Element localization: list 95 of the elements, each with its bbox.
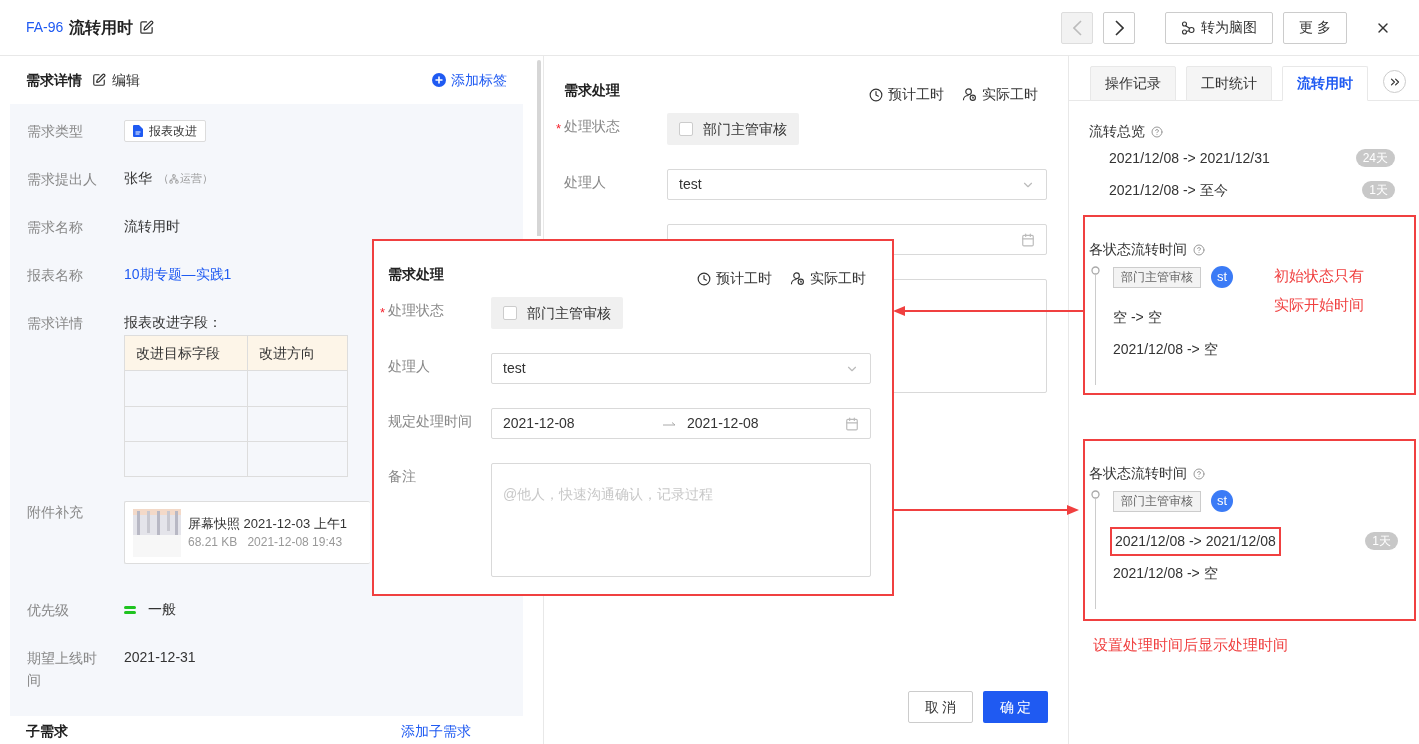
field-label: 处理状态 <box>388 301 444 320</box>
date-range: 2021/12/08 -> 空 <box>1112 563 1219 583</box>
section-title: 子需求 <box>26 722 68 741</box>
date-range-picker[interactable]: 2021-12-08 2021-12-08 <box>491 408 871 439</box>
date-range: 2021/12/08 -> 2021/12/31 <box>1109 148 1270 168</box>
calendar-icon <box>845 416 859 431</box>
calendar-icon <box>1021 232 1035 247</box>
checkbox[interactable] <box>679 122 693 136</box>
chevron-left-icon <box>1072 19 1082 36</box>
status-tag: 部门主管审核 <box>1113 266 1201 288</box>
section-title: 需求处理 <box>564 81 620 100</box>
confirm-button[interactable]: 确 定 <box>983 691 1048 723</box>
actual-hours-button[interactable]: 实际工时 <box>790 268 866 289</box>
field-label: 报表名称 <box>27 266 84 285</box>
required-mark: * <box>380 305 386 320</box>
arrow-right-icon <box>663 419 677 428</box>
edit-icon <box>92 73 106 87</box>
plus-circle-icon <box>432 73 446 87</box>
org-chart-icon <box>169 173 179 184</box>
status-option[interactable]: 部门主管审核 <box>667 113 799 145</box>
tab[interactable]: 操作记录 <box>1090 66 1176 101</box>
field-label: 需求类型 <box>27 122 84 141</box>
field-label: 优先级 <box>27 601 70 620</box>
section-title: 各状态流转时间 <box>1089 240 1187 259</box>
help-icon[interactable] <box>1151 125 1163 138</box>
scrollbar[interactable] <box>537 60 541 236</box>
field-label: 需求名称 <box>27 218 84 237</box>
annotation-text: 实际开始时间 <box>1274 294 1365 315</box>
date-range: 2021/12/08 -> 空 <box>1112 339 1219 359</box>
field-label: 需求提出人 <box>27 170 98 189</box>
overview-title: 流转总览 <box>1089 122 1145 141</box>
issue-id: FA-96 <box>26 18 64 37</box>
edit-icon[interactable] <box>139 20 155 35</box>
user-clock-icon <box>790 271 805 286</box>
add-subtask-link[interactable]: 添加子需求 <box>401 721 471 742</box>
more-button[interactable]: 更 多 <box>1283 11 1347 44</box>
cancel-button[interactable]: 取 消 <box>908 691 973 723</box>
annotation-text: 设置处理时间后显示处理时间 <box>1093 636 1288 653</box>
date-range: 2021/12/08 -> 至今 <box>1109 180 1228 200</box>
field-label: 处理状态 <box>564 117 620 136</box>
tab[interactable]: 工时统计 <box>1186 66 1272 101</box>
estimate-hours-button[interactable]: 预计工时 <box>869 84 944 105</box>
add-tag-button[interactable]: 添加标签 <box>432 69 507 91</box>
field-label: 期望上线时间 <box>27 649 98 690</box>
section-title: 各状态流转时间 <box>1089 464 1187 483</box>
edit-button[interactable]: 编辑 <box>92 69 140 91</box>
field-value: 报表改进字段： <box>124 313 223 332</box>
field-label: 需求详情 <box>27 314 84 333</box>
file-name: 屏幕快照 2021-12-03 上午1 <box>188 514 347 533</box>
user-avatar: st <box>1211 266 1233 288</box>
attachment-card[interactable]: 屏幕快照 2021-12-03 上午1 68.21 KB 2021-12-08 19:43 <box>124 501 370 564</box>
field-label: 处理人 <box>388 357 430 376</box>
required-mark: * <box>556 121 562 136</box>
page-title: 流转用时 <box>69 17 134 38</box>
help-icon[interactable] <box>1193 243 1205 256</box>
table-header-cell: 改进方向 <box>248 336 347 371</box>
next-button[interactable] <box>1103 11 1136 44</box>
mind-map-button[interactable]: 转为脑图 <box>1165 11 1274 44</box>
checkbox[interactable] <box>503 306 517 320</box>
field-value: 流转用时 <box>124 217 180 236</box>
table-header-cell: 改进目标字段 <box>125 336 248 371</box>
date-range: 2021/12/08 -> 2021/12/08 <box>1110 526 1281 556</box>
section-title: 需求处理 <box>388 265 444 284</box>
field-value: 2021-12-31 <box>124 648 196 667</box>
field-value: 张华 <box>124 169 152 188</box>
date-range: 空 -> 空 <box>1112 307 1163 327</box>
help-icon[interactable] <box>1193 467 1205 480</box>
actual-hours-button[interactable]: 实际工时 <box>962 84 1038 105</box>
status-tag: 部门主管审核 <box>1113 490 1201 512</box>
timeline-node-icon <box>1090 266 1100 275</box>
annotation-text: 初始状态只有 <box>1274 266 1365 286</box>
timeline-node-icon <box>1090 490 1100 499</box>
user-avatar: st <box>1211 490 1233 512</box>
status-option[interactable]: 部门主管审核 <box>491 297 623 329</box>
file-size: 68.21 KB <box>188 534 238 552</box>
field-label: 备注 <box>388 467 416 486</box>
field-label: 处理人 <box>564 173 606 192</box>
user-clock-icon <box>962 87 977 102</box>
department-label: （ 运营） <box>158 171 213 187</box>
clock-icon <box>869 87 883 102</box>
section-title: 需求详情 <box>26 70 82 90</box>
chevron-right-icon <box>1114 19 1124 36</box>
field-label: 规定处理时间 <box>388 412 472 431</box>
document-icon <box>133 125 143 137</box>
estimate-hours-button[interactable]: 预计工时 <box>697 268 772 289</box>
field-label: 附件补充 <box>27 503 84 522</box>
nodes-icon <box>1181 20 1196 35</box>
type-tag: 报表改进 <box>124 120 206 142</box>
assignee-select[interactable]: test <box>667 169 1047 200</box>
clock-icon <box>697 271 711 286</box>
assignee-select[interactable]: test <box>491 353 871 384</box>
report-link[interactable]: 10期专题—实践1 <box>124 264 232 285</box>
field-value: 一般 <box>148 600 176 619</box>
file-time: 2021-12-08 19:43 <box>247 534 343 552</box>
tab[interactable]: 流转用时 <box>1282 66 1368 101</box>
